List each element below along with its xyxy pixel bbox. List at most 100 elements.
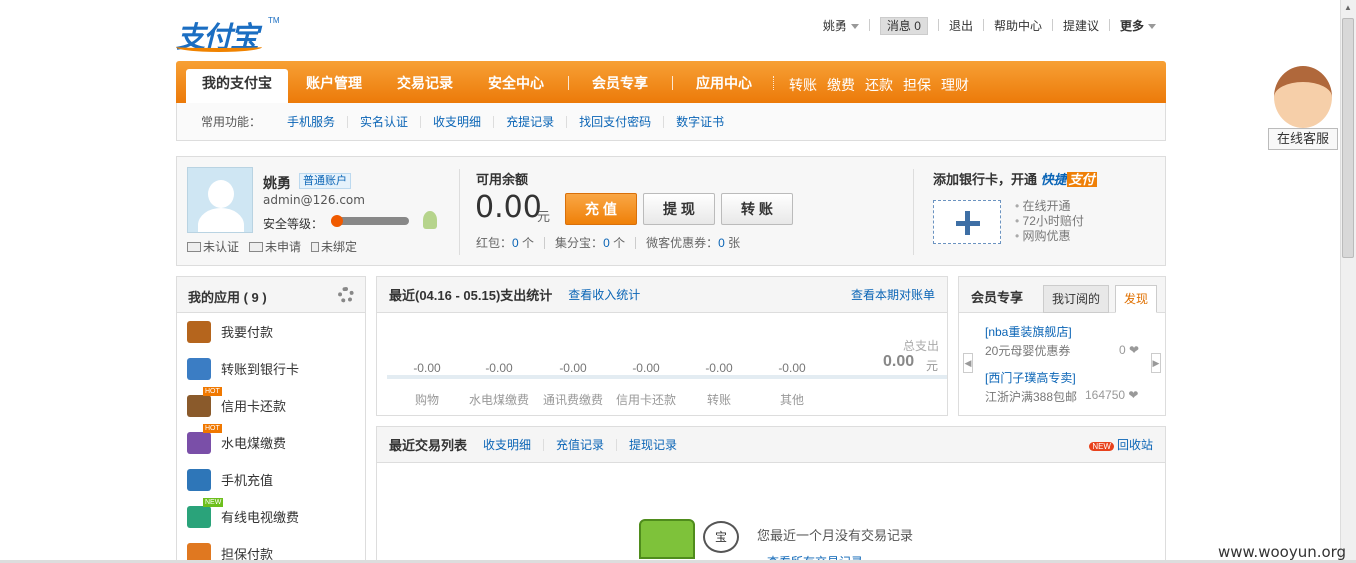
stat-category: 购物	[414, 393, 439, 407]
coupon-redpacket[interactable]: 红包：0 个	[476, 237, 546, 249]
tx-withdraw-link[interactable]: 提现记录	[617, 439, 689, 451]
gear-icon[interactable]	[338, 287, 354, 303]
member-item-likes[interactable]: 0 ❤	[1119, 343, 1139, 357]
total-expense-unit: 元	[926, 359, 939, 373]
subnav-statement[interactable]: 收支明细	[421, 115, 495, 128]
status-phone[interactable]: 未绑定	[311, 238, 357, 255]
app-item[interactable]: HOT 水电煤缴费	[177, 424, 365, 461]
add-card-button[interactable]	[933, 200, 1001, 244]
withdraw-button[interactable]: 提 现	[643, 193, 715, 225]
app-icon	[187, 505, 211, 528]
account-type-badge[interactable]: 普通账户	[299, 173, 351, 189]
perk-item: 在线开通	[1015, 199, 1084, 214]
stat-column: -0.00 转账	[683, 361, 755, 408]
tab-security[interactable]: 安全中心	[472, 69, 560, 103]
help-link[interactable]: 帮助中心	[984, 17, 1052, 34]
income-stats-link[interactable]: 查看收入统计	[568, 286, 640, 303]
subnav-realname[interactable]: 实名认证	[348, 115, 422, 128]
tab-apps[interactable]: 应用中心	[680, 69, 768, 103]
member-item-sub: 20元母婴优惠券	[985, 344, 1071, 358]
member-item-title[interactable]: [nba重装旗舰店]	[985, 323, 1072, 340]
quick-repay[interactable]: 还款	[865, 75, 893, 95]
logout-link[interactable]: 退出	[939, 17, 983, 34]
top-nav: 姚勇 消息 0 退出 帮助中心 提建议 更多	[813, 16, 1166, 35]
app-badge: NEW	[203, 498, 224, 507]
tab-member[interactable]: 会员专享	[576, 69, 664, 103]
quick-guarantee[interactable]: 担保	[903, 75, 931, 95]
coupon-weike[interactable]: 微客优惠券：0 张	[636, 237, 750, 249]
more-label: 更多	[1119, 18, 1144, 33]
id-card-icon	[187, 242, 201, 252]
plus-icon-vertical	[965, 211, 970, 235]
account-name: 姚勇	[263, 175, 291, 191]
new-badge: NEW	[1089, 442, 1114, 451]
status-realname[interactable]: 未认证	[187, 238, 239, 255]
member-item-likes[interactable]: 164750 ❤	[1085, 388, 1138, 402]
security-user-icon[interactable]	[423, 211, 437, 229]
alipay-logo[interactable]: 支付宝 TM	[176, 14, 280, 54]
stat-column: -0.00 水电煤缴费	[463, 361, 535, 408]
sub-nav: 常用功能： 手机服务 实名认证 收支明细 充提记录 找回支付密码 数字证书	[176, 103, 1166, 141]
tx-statement-link[interactable]: 收支明细	[471, 438, 545, 451]
app-item[interactable]: 担保付款	[177, 535, 365, 563]
quick-pay-bills[interactable]: 缴费	[827, 75, 855, 95]
app-item[interactable]: 手机充值	[177, 461, 365, 498]
app-item[interactable]: NEW 有线电视缴费	[177, 498, 365, 535]
online-service-label[interactable]: 在线客服	[1268, 128, 1338, 150]
tab-my-alipay[interactable]: 我的支付宝	[186, 69, 288, 103]
messages-link[interactable]: 消息 0	[870, 16, 938, 35]
tx-recharge-link[interactable]: 充值记录	[544, 438, 618, 451]
divider	[568, 76, 569, 90]
messages-label: 消息	[886, 18, 911, 33]
app-badge: HOT	[203, 424, 222, 433]
tab-subscribed[interactable]: 我订阅的	[1043, 285, 1110, 313]
tab-transactions[interactable]: 交易记录	[381, 69, 469, 103]
messages-count: 0	[914, 18, 921, 33]
more-menu[interactable]: 更多	[1110, 17, 1166, 34]
subnav-recover-password[interactable]: 找回支付密码	[567, 115, 665, 128]
subnav-deposit-records[interactable]: 充提记录	[494, 115, 568, 128]
avatar[interactable]	[187, 167, 253, 233]
scroll-up-icon[interactable]: ▲	[1341, 0, 1355, 16]
app-item[interactable]: HOT 信用卡还款	[177, 387, 365, 424]
recycle-bin-link[interactable]: NEW 回收站	[1089, 437, 1153, 452]
coupon-jifenbao[interactable]: 集分宝：0 个	[545, 237, 637, 249]
app-label: 有线电视缴费	[221, 510, 300, 525]
quick-transfer[interactable]: 转账	[789, 75, 817, 95]
next-arrow-icon[interactable]: ▶	[1151, 353, 1161, 373]
app-item[interactable]: 我要付款	[177, 313, 365, 350]
balance-amount: 0.00	[475, 190, 542, 225]
express-pay-logo: 快捷 支付	[1040, 172, 1097, 187]
stat-value: -0.00	[705, 361, 733, 375]
recharge-button[interactable]: 充 值	[565, 193, 637, 225]
divider	[773, 76, 774, 90]
tab-discover[interactable]: 发现	[1115, 285, 1158, 313]
user-menu[interactable]: 姚勇	[813, 17, 869, 34]
subnav-mobile[interactable]: 手机服务	[275, 115, 349, 128]
stat-column: -0.00 购物	[391, 361, 463, 408]
suggest-link[interactable]: 提建议	[1053, 17, 1109, 34]
member-item[interactable]: [西门子璞高专卖] 江浙沪满388包邮	[985, 369, 1077, 405]
status-certificate[interactable]: 未申请	[249, 238, 301, 255]
prev-arrow-icon[interactable]: ◀	[963, 353, 973, 373]
subnav-certificate[interactable]: 数字证书	[664, 116, 736, 128]
member-item-title[interactable]: [西门子璞高专卖]	[985, 369, 1077, 386]
transfer-button[interactable]: 转 账	[721, 193, 793, 225]
stat-value: -0.00	[632, 361, 660, 375]
statement-link[interactable]: 查看本期对账单	[851, 286, 935, 303]
logo-swoosh	[176, 42, 262, 52]
avatar-head	[208, 180, 234, 208]
security-level-indicator	[331, 215, 343, 227]
app-icon	[187, 468, 211, 491]
scrollbar-thumb[interactable]	[1342, 18, 1354, 258]
member-item[interactable]: [nba重装旗舰店] 20元母婴优惠券	[985, 323, 1072, 359]
quick-finance[interactable]: 理财	[941, 75, 969, 95]
app-item[interactable]: 转账到银行卡	[177, 350, 365, 387]
chevron-down-icon	[850, 23, 859, 29]
app-label: 水电煤缴费	[221, 436, 287, 451]
transactions-title: 最近交易列表	[389, 438, 468, 453]
stats-header: 最近(04.16 - 05.15)支出统计 查看收入统计 查看本期对账单	[377, 277, 947, 313]
security-level-label: 安全等级：	[263, 217, 324, 231]
tab-account[interactable]: 账户管理	[290, 69, 378, 103]
user-name: 姚勇	[822, 18, 847, 33]
